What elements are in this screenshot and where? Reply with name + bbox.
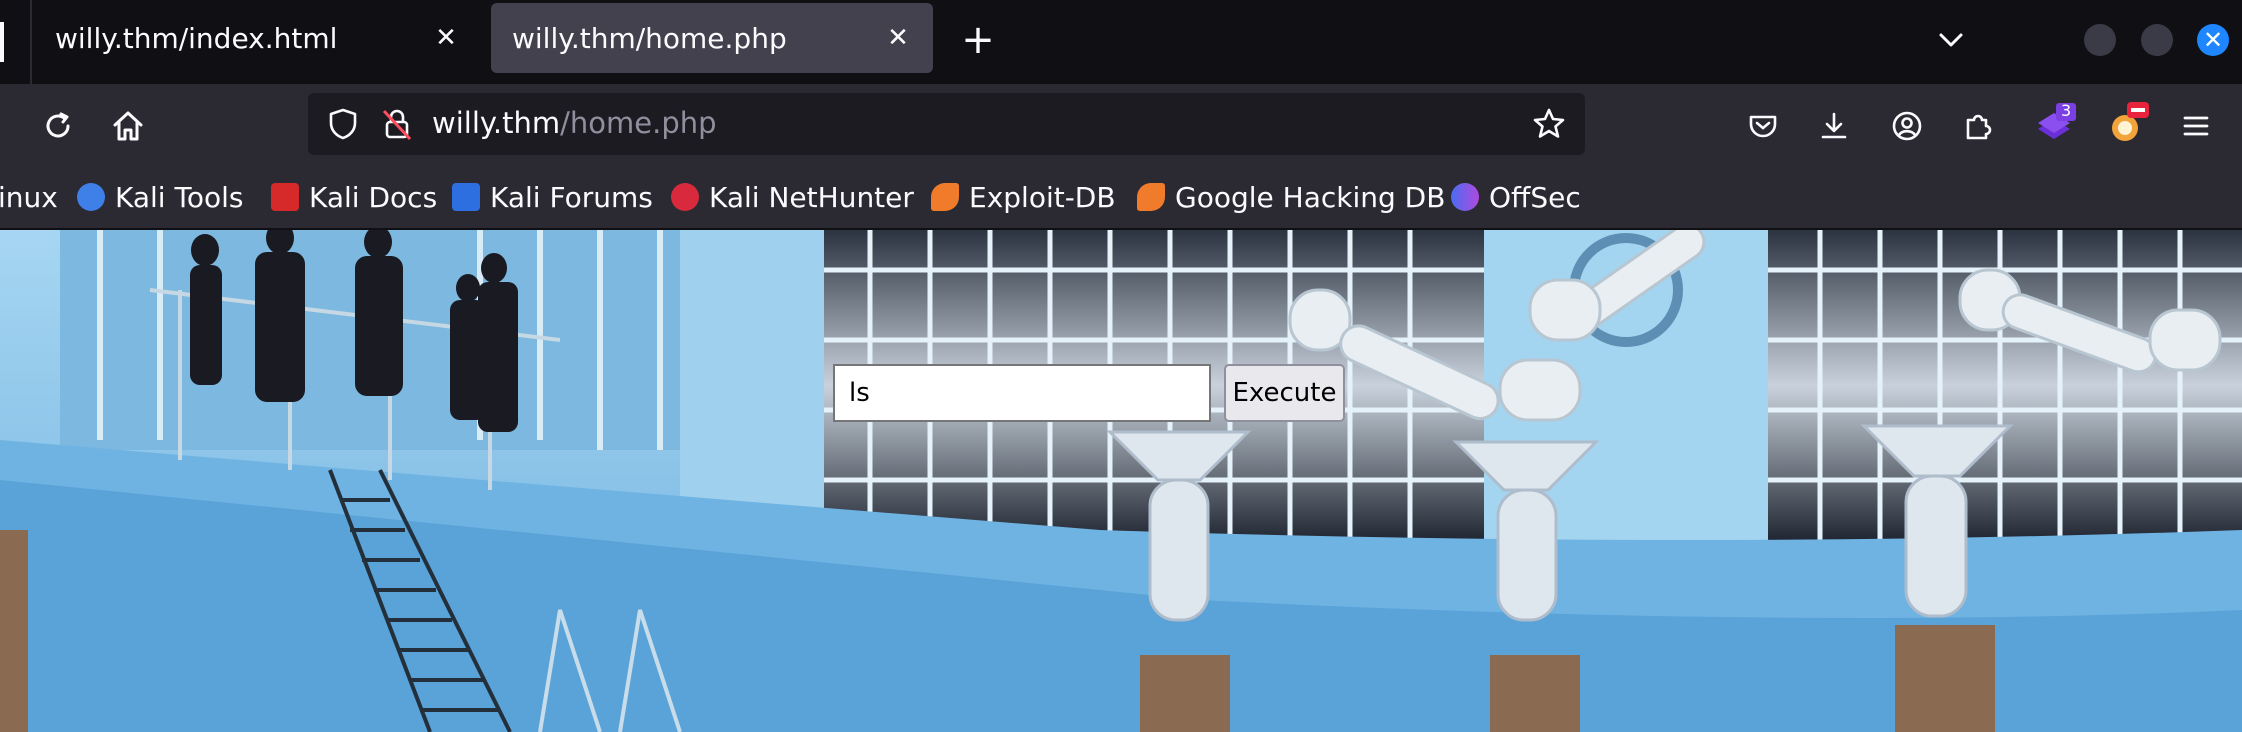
extension-blocker-icon[interactable] bbox=[2105, 100, 2151, 146]
kali-tools-icon bbox=[77, 183, 105, 211]
url-path: /home.php bbox=[560, 106, 717, 140]
tracking-shield-icon[interactable] bbox=[324, 105, 362, 143]
command-input[interactable] bbox=[833, 364, 1211, 422]
insecure-lock-icon[interactable] bbox=[378, 105, 416, 143]
tab-overflow-edge bbox=[0, 22, 4, 62]
bookmark-label: Kali Tools bbox=[115, 180, 244, 214]
bookmark-label: Kali Forums bbox=[490, 180, 653, 214]
tab-home-php[interactable]: willy.thm/home.php ✕ bbox=[491, 3, 933, 73]
reload-icon[interactable] bbox=[38, 106, 78, 146]
bookmark-label: Exploit-DB bbox=[969, 180, 1116, 214]
kali-nethunter-icon bbox=[671, 183, 699, 211]
tab-close-icon[interactable]: ✕ bbox=[431, 23, 461, 53]
address-bar[interactable]: willy.thm/home.php bbox=[308, 93, 1585, 155]
url-text[interactable]: willy.thm/home.php bbox=[432, 106, 717, 140]
bookmark-exploit-db[interactable]: Exploit-DB bbox=[931, 180, 1116, 214]
bookmark-label: inux bbox=[0, 180, 58, 214]
new-tab-plus-icon[interactable]: + bbox=[958, 20, 998, 60]
bookmark-label: Kali Docs bbox=[309, 180, 438, 214]
bookmark-offsec[interactable]: OffSec bbox=[1451, 180, 1581, 214]
extensions-puzzle-icon[interactable] bbox=[1958, 106, 1998, 146]
google-hacking-db-icon bbox=[1137, 183, 1165, 211]
exploit-db-icon bbox=[931, 183, 959, 211]
tab-strip: willy.thm/index.html ✕ willy.thm/home.ph… bbox=[0, 0, 2242, 84]
bookmark-kali-nethunter[interactable]: Kali NetHunter bbox=[671, 180, 914, 214]
bookmark-kali-docs[interactable]: Kali Docs bbox=[271, 180, 437, 214]
url-host: willy.thm bbox=[432, 106, 561, 140]
bookmark-google-hacking-db[interactable]: Google Hacking DB bbox=[1137, 180, 1445, 214]
bookmark-kali-linux[interactable]: inux bbox=[0, 180, 58, 214]
tab-close-icon[interactable]: ✕ bbox=[883, 23, 913, 53]
tab-index-html[interactable]: willy.thm/index.html ✕ bbox=[34, 3, 481, 73]
execute-button[interactable]: Execute bbox=[1224, 364, 1345, 422]
bookmark-label: Google Hacking DB bbox=[1175, 180, 1446, 214]
account-icon[interactable] bbox=[1887, 106, 1927, 146]
bookmark-star-icon[interactable] bbox=[1530, 105, 1568, 143]
bookmark-kali-forums[interactable]: Kali Forums bbox=[452, 180, 653, 214]
downloads-icon[interactable] bbox=[1814, 106, 1854, 146]
tab-title: willy.thm/index.html bbox=[55, 21, 338, 55]
bookmark-label: Kali NetHunter bbox=[709, 180, 914, 214]
bookmark-label: OffSec bbox=[1489, 180, 1581, 214]
extension-badge-count: 3 bbox=[2061, 101, 2072, 120]
hamburger-menu-icon[interactable] bbox=[2176, 106, 2216, 146]
list-all-tabs-chevron-icon[interactable] bbox=[1933, 22, 1969, 58]
kali-forums-icon bbox=[452, 183, 480, 211]
bookmarks-toolbar: inux Kali Tools Kali Docs Kali Forums Ka… bbox=[0, 168, 2242, 230]
home-icon[interactable] bbox=[108, 106, 148, 146]
pocket-icon[interactable] bbox=[1743, 106, 1783, 146]
minimize-window-button[interactable] bbox=[2084, 24, 2116, 56]
maximize-window-button[interactable] bbox=[2141, 24, 2173, 56]
navigation-toolbar: willy.thm/home.php 3 bbox=[0, 84, 2242, 168]
tab-separator bbox=[30, 0, 32, 84]
close-window-button[interactable]: ✕ bbox=[2197, 24, 2229, 56]
tab-title: willy.thm/home.php bbox=[512, 21, 787, 55]
kali-docs-icon bbox=[271, 183, 299, 211]
offsec-icon bbox=[1451, 183, 1479, 211]
bookmark-kali-tools[interactable]: Kali Tools bbox=[77, 180, 243, 214]
background-photo bbox=[0, 230, 2242, 732]
extension-badge-icon[interactable]: 3 bbox=[2033, 101, 2079, 148]
page-content: Execute bbox=[0, 230, 2242, 732]
